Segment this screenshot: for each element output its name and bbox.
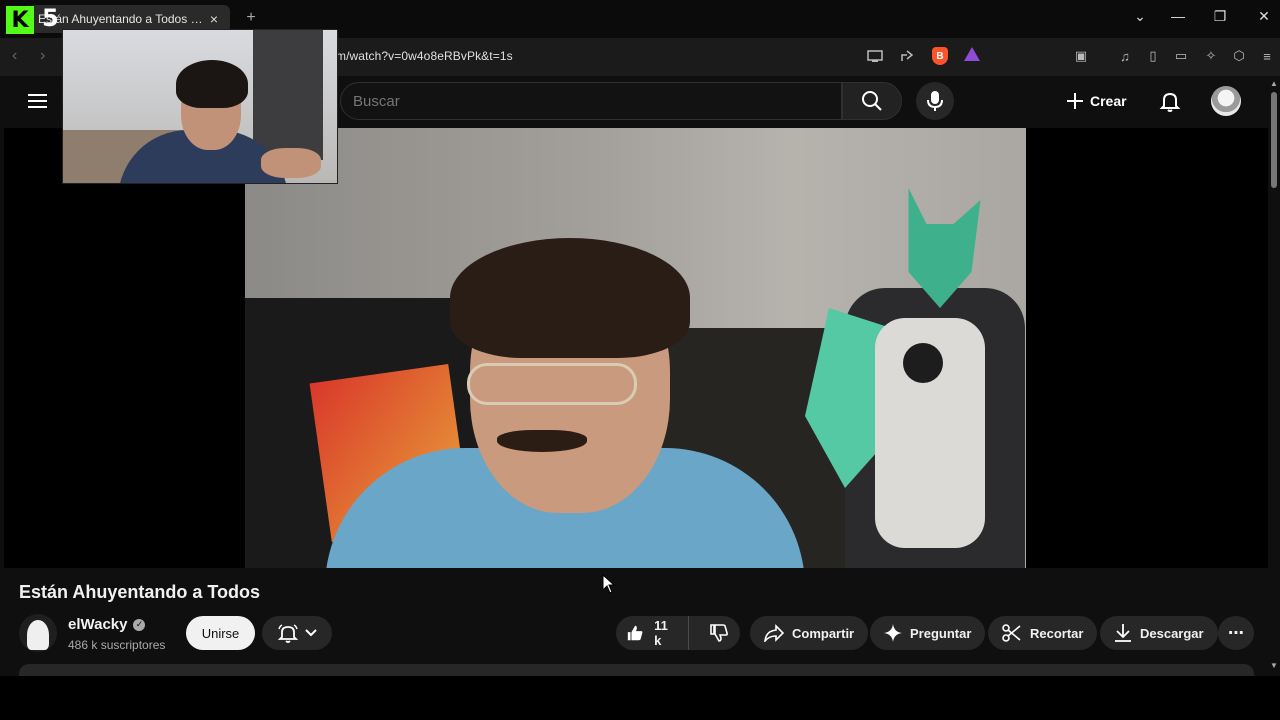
voice-search-button[interactable] (916, 82, 954, 120)
like-button[interactable]: 11 k (616, 616, 690, 650)
clip-label: Recortar (1030, 625, 1084, 641)
bell-ringing-icon (277, 624, 299, 643)
channel-name-row[interactable]: elWacky ✓ (68, 616, 146, 633)
guide-menu-icon[interactable] (28, 94, 47, 109)
tab-close-icon[interactable]: × (206, 11, 222, 27)
wallet-icon[interactable]: ▭ (1172, 47, 1190, 65)
leo-ai-icon[interactable]: ✧ (1202, 47, 1220, 65)
video-person-mustache (497, 430, 587, 452)
cast-icon[interactable] (866, 47, 884, 65)
kick-number: 5 (42, 4, 59, 32)
scroll-down-arrow-icon[interactable]: ▼ (1269, 662, 1279, 670)
search-input[interactable] (353, 92, 841, 110)
plus-icon (1067, 93, 1083, 109)
video-person-hair (450, 238, 690, 358)
bottom-bar (0, 676, 1280, 720)
more-actions-button[interactable]: ⋯ (1218, 616, 1254, 650)
chevron-down-icon (305, 629, 317, 637)
join-button[interactable]: Unirse (186, 616, 255, 650)
tab-search-chevron-icon[interactable]: ⌄ (1130, 8, 1150, 25)
share-page-icon[interactable] (898, 47, 916, 65)
forward-arrow-icon[interactable]: › (40, 47, 45, 65)
minimize-button[interactable]: — (1168, 8, 1188, 24)
channel-name[interactable]: elWacky (68, 616, 127, 633)
subscription-bell-button[interactable] (262, 616, 332, 650)
video-player[interactable] (4, 128, 1268, 568)
scissors-icon (1002, 624, 1021, 642)
back-arrow-icon[interactable]: ‹ (12, 47, 17, 65)
channel-avatar[interactable] (19, 614, 57, 652)
new-tab-button[interactable]: + (242, 9, 260, 27)
notifications-bell-icon[interactable] (1158, 89, 1182, 113)
music-icon[interactable]: ♫ (1116, 47, 1134, 65)
thumbs-up-icon (627, 625, 643, 641)
menu-icon[interactable]: ≡ (1258, 47, 1276, 65)
video-figure-robot (805, 168, 1025, 568)
create-button[interactable]: Crear (1066, 88, 1127, 114)
clip-button[interactable]: Recortar (988, 616, 1098, 650)
page-scrollbar[interactable]: ▲ ▼ (1268, 76, 1280, 676)
search-box[interactable] (340, 82, 842, 120)
reader-mode-icon[interactable]: ▣ (1072, 47, 1090, 65)
like-dislike-group: 11 k (616, 616, 740, 650)
scroll-up-arrow-icon[interactable]: ▲ (1269, 80, 1279, 88)
url-field[interactable]: m/watch?v=0w4o8eRBvPk&t=1s (336, 49, 513, 63)
kick-logo: K (6, 6, 34, 34)
sparkle-icon (884, 624, 902, 642)
tab-title: Están Ahuyentando a Todos - YouTube (38, 12, 206, 26)
download-icon (1115, 624, 1131, 642)
ask-button[interactable]: Preguntar (870, 616, 986, 650)
create-label: Crear (1090, 93, 1127, 109)
search-button[interactable] (842, 82, 902, 120)
verified-check-icon: ✓ (133, 618, 146, 631)
like-count: 11 k (654, 618, 668, 648)
video-title: Están Ahuyentando a Todos (19, 582, 261, 602)
ask-label: Preguntar (910, 625, 972, 641)
scroll-thumb[interactable] (1271, 92, 1277, 188)
video-frame[interactable] (245, 128, 1026, 568)
account-avatar[interactable] (1211, 86, 1241, 116)
description-box[interactable] (19, 664, 1254, 676)
share-button[interactable]: Compartir (750, 616, 869, 650)
sidebar-icon[interactable]: ▯ (1144, 47, 1162, 65)
thumbs-down-icon (709, 624, 728, 642)
vpn-shield-icon[interactable]: ⬡ (1230, 47, 1248, 65)
brave-shields-icon[interactable]: B (932, 47, 948, 65)
mouse-cursor-icon (602, 574, 616, 594)
subscriber-count: 486 k suscriptores (68, 638, 166, 652)
search-icon (862, 91, 882, 111)
close-window-button[interactable]: ✕ (1254, 8, 1274, 25)
restore-button[interactable]: ❐ (1210, 8, 1230, 25)
download-label: Descargar (1140, 625, 1204, 641)
download-button[interactable]: Descargar (1100, 616, 1218, 650)
microphone-icon (927, 91, 943, 111)
share-arrow-icon (764, 624, 784, 642)
dislike-button[interactable] (697, 616, 740, 650)
video-person-glasses (467, 363, 637, 405)
share-label: Compartir (792, 625, 855, 641)
brave-rewards-icon[interactable] (964, 47, 980, 61)
app-root: Están Ahuyentando a Todos - YouTube × + … (0, 0, 1280, 720)
webcam-overlay (62, 29, 338, 184)
